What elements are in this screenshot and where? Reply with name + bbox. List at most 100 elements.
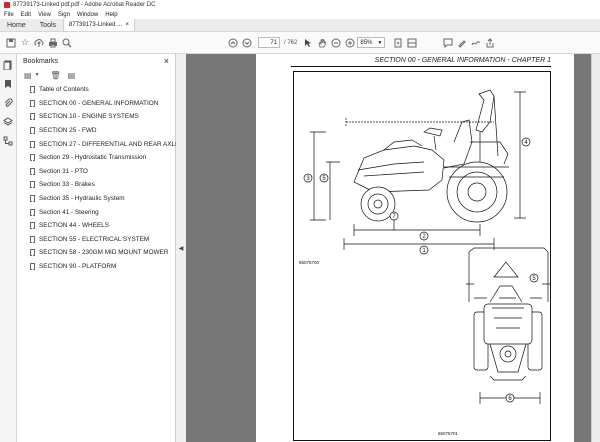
bookmark-item[interactable]: SECTION 90 - PLATFORM [17,260,175,274]
tab-home[interactable]: Home [0,19,33,31]
vertical-scrollbar[interactable] [591,54,600,442]
bookmark-label: SECTION 90 - PLATFORM [39,263,117,271]
bookmark-options-icon[interactable]: ▤ [24,71,32,80]
bookmark-icon [30,86,35,94]
bookmark-icon [30,222,35,230]
attachments-icon[interactable] [1,96,15,110]
tab-document[interactable]: 87739173-Linked ... × [63,19,136,31]
structure-icon[interactable] [1,134,15,148]
bookmark-label: SECTION 25 - FWD [39,127,97,135]
zoom-in-icon[interactable] [343,36,357,50]
panel-collapse-handle[interactable]: ◀ [176,54,186,442]
bookmark-item[interactable]: SECTION 44 - WHEELS [17,219,175,233]
bookmark-icon [30,154,35,162]
bookmark-icon [30,140,35,148]
sign-icon[interactable] [469,36,483,50]
tab-bar: Home Tools 87739173-Linked ... × [0,19,600,32]
bookmark-icon [30,127,35,135]
bookmark-icon [30,249,35,257]
share-icon[interactable] [483,36,497,50]
bookmark-item[interactable]: SECTION 27 - DIFFERENTIAL AND REAR AXLES [17,137,184,151]
bookmark-label: SECTION 58 - 230GM MID MOUNT MOWER [39,249,169,257]
save-icon[interactable] [4,36,18,50]
bookmark-star-icon[interactable]: ☆ [18,36,32,50]
bookmark-item[interactable]: Section 33 - Brakes [17,178,175,192]
menu-view[interactable]: View [38,12,51,18]
bookmark-icon [30,167,35,175]
comment-icon[interactable] [441,36,455,50]
pdf-page: SECTION 00 - GENERAL INFORMATION - CHAPT… [256,54,574,442]
figure-label-1: 86075700 [299,260,320,265]
close-icon[interactable]: × [164,56,169,66]
page-thumbnails-icon[interactable] [1,58,15,72]
menu-help[interactable]: Help [105,12,117,18]
zoom-level-select[interactable]: 85% ▼ [357,37,386,48]
upload-icon[interactable] [32,36,46,50]
bookmark-item[interactable]: Section 35 - Hydraulic System [17,192,175,206]
menu-bar: File Edit View Sign Window Help [0,10,600,19]
bookmark-item[interactable]: SECTION 00 - GENERAL INFORMATION [17,97,175,111]
bookmarks-title: Bookmarks [23,57,59,65]
chevron-down-icon[interactable]: ▼ [35,72,40,78]
zoom-search-icon[interactable] [60,36,74,50]
bookmark-label: Section 35 - Hydraulic System [39,195,125,203]
bookmark-label: Section 41 - Steering [39,208,99,216]
main-toolbar: ☆ 71 / 762 85% ▼ [0,32,600,54]
page-header: SECTION 00 - GENERAL INFORMATION - CHAPT… [291,57,551,67]
bookmarks-options: ▤ ▼ 🗑 ▤ [17,68,175,82]
bookmarks-header: Bookmarks × [17,54,175,68]
bookmark-item[interactable]: SECTION 58 - 230GM MID MOUNT MOWER [17,246,175,260]
bookmark-icon [30,235,35,243]
bookmark-item[interactable]: Section 29 - Hydrostatic Transmission [17,151,175,165]
bookmark-item[interactable]: Table of Contents [17,83,175,97]
fit-page-icon[interactable] [391,36,405,50]
layers-icon[interactable] [1,115,15,129]
figure-label-2: 86075701 [438,431,459,436]
bookmark-label: Section 33 - Brakes [39,181,95,189]
menu-edit[interactable]: Edit [21,12,31,18]
page-number-input[interactable]: 71 [258,37,280,48]
tab-tools[interactable]: Tools [33,19,63,31]
bookmark-icon [30,195,35,203]
bookmark-label: SECTION 10 - ENGINE SYSTEMS [39,113,139,121]
scroll-mode-icon[interactable] [405,36,419,50]
bookmark-label: Table of Contents [39,86,89,94]
left-navigation-rail [0,54,17,442]
bookmark-item[interactable]: SECTION 55 - ELECTRICAL SYSTEM [17,233,175,247]
menu-window[interactable]: Window [77,12,98,18]
menu-sign[interactable]: Sign [58,12,70,18]
bookmark-item[interactable]: Section 41 - Steering [17,205,175,219]
tab-document-label: 87739173-Linked ... [69,22,123,28]
page-up-icon[interactable] [226,36,240,50]
bookmark-icon [30,99,35,107]
page-down-icon[interactable] [240,36,254,50]
bookmark-item[interactable]: SECTION 25 - FWD [17,124,175,138]
document-viewport[interactable]: SECTION 00 - GENERAL INFORMATION - CHAPT… [186,54,600,442]
figure-frame: 3 5 4 7 1 2 6 5 86075700 86075701 [293,71,551,441]
cursor-icon[interactable] [301,36,315,50]
window-title: 87739173-Linked pdf.pdf - Adobe Acrobat … [13,2,156,8]
print-icon[interactable] [46,36,60,50]
bookmarks-icon[interactable] [1,77,15,91]
bookmark-list: Table of Contents SECTION 00 - GENERAL I… [17,82,184,274]
zoom-level-value: 85% [360,39,373,46]
bookmark-label: SECTION 55 - ELECTRICAL SYSTEM [39,235,150,243]
title-bar: 87739173-Linked pdf.pdf - Adobe Acrobat … [0,0,600,10]
bookmark-label: Section 29 - Hydrostatic Transmission [39,154,147,162]
expand-bookmark-icon[interactable]: ▤ [68,71,76,80]
bookmark-icon [30,113,35,121]
bookmark-label: SECTION 44 - WHEELS [39,222,109,230]
tractor-dimension-drawing: 3 5 4 7 1 2 6 5 86075700 86075701 [299,89,550,436]
tab-close-icon[interactable]: × [126,22,130,28]
bookmark-icon [30,263,35,271]
acrobat-app-icon [4,2,10,8]
chevron-left-icon[interactable]: ◀ [179,245,184,252]
menu-file[interactable]: File [4,12,14,18]
hand-icon[interactable] [315,36,329,50]
zoom-out-icon[interactable] [329,36,343,50]
delete-bookmark-icon[interactable]: 🗑 [51,71,61,80]
highlight-pen-icon[interactable] [455,36,469,50]
bookmark-item[interactable]: SECTION 10 - ENGINE SYSTEMS [17,110,175,124]
bookmark-item[interactable]: Section 31 - PTO [17,165,175,179]
bookmarks-panel: Bookmarks × ▤ ▼ 🗑 ▤ Table of Contents SE… [17,54,184,442]
